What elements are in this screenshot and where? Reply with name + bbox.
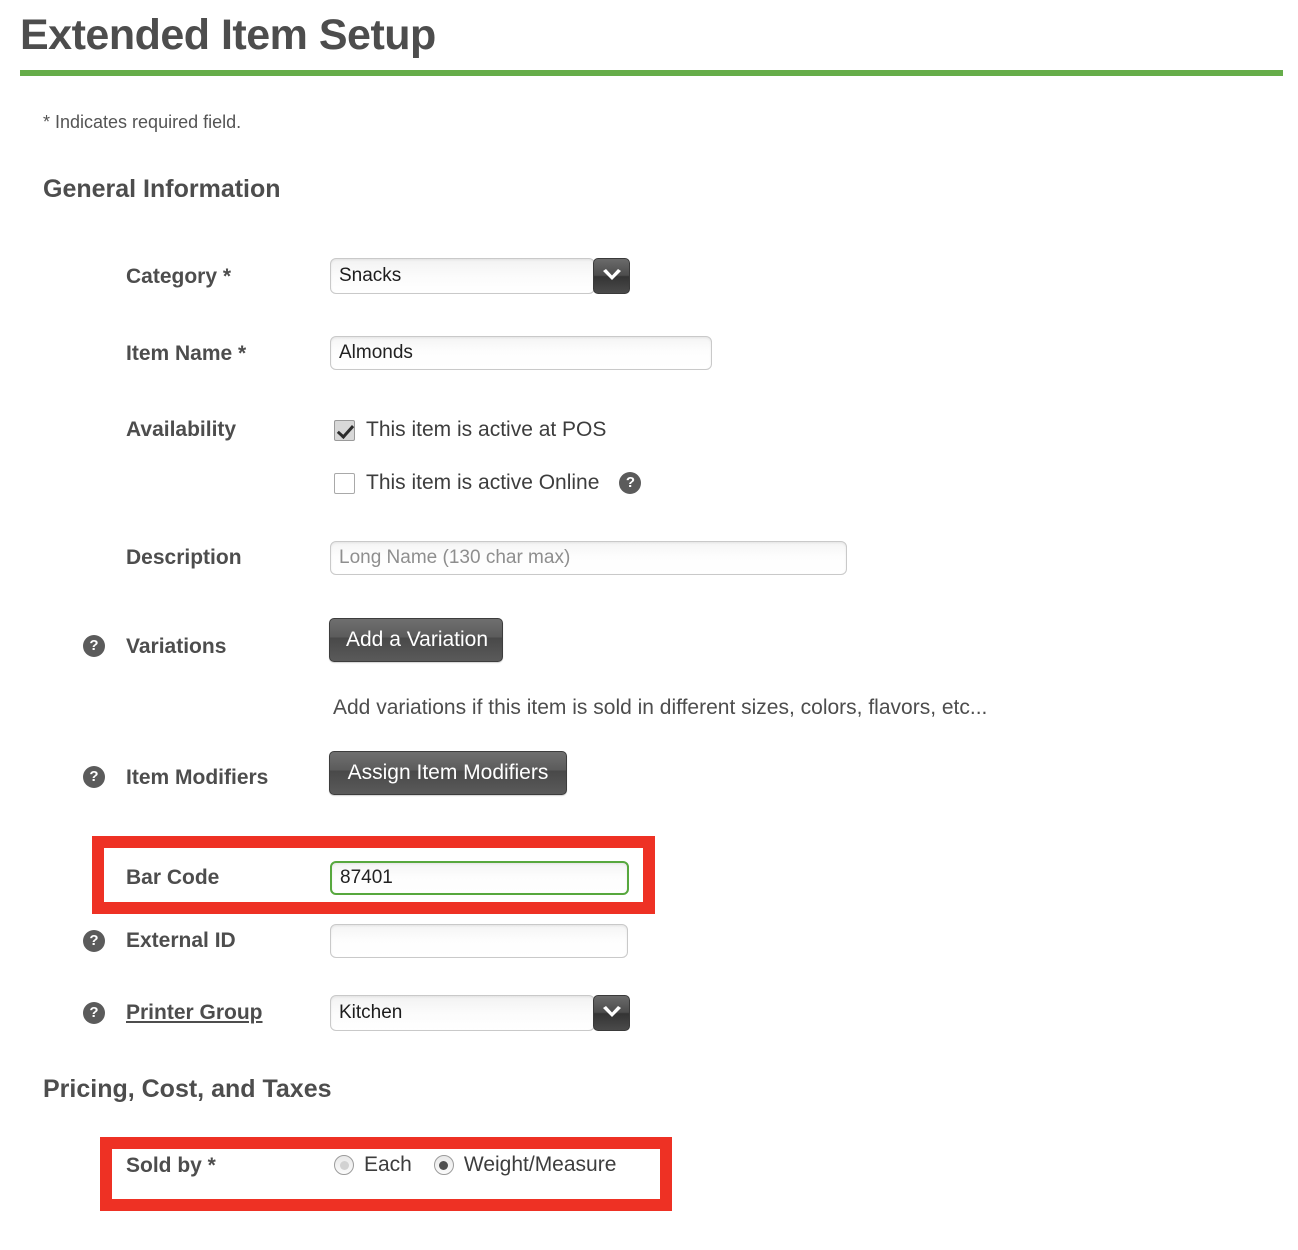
active-at-pos-row[interactable]: This item is active at POS xyxy=(334,418,606,442)
variations-label: Variations xyxy=(126,635,227,658)
item-name-input[interactable]: Almonds xyxy=(330,336,712,370)
title-divider xyxy=(20,70,1283,76)
section-heading-general-information: General Information xyxy=(43,175,281,203)
active-online-label: This item is active Online xyxy=(366,471,600,494)
category-label: Category * xyxy=(126,265,232,288)
sold-by-radio-group[interactable]: Each Weight/Measure xyxy=(334,1153,616,1177)
help-icon[interactable]: ? xyxy=(83,930,105,952)
section-heading-pricing-cost-and-taxes: Pricing, Cost, and Taxes xyxy=(43,1075,332,1103)
help-icon[interactable]: ? xyxy=(619,472,642,494)
printer-group-select-value[interactable]: Kitchen xyxy=(330,995,595,1031)
sold-by-each-radio[interactable] xyxy=(334,1155,354,1175)
page-title: Extended Item Setup xyxy=(20,11,436,59)
item-modifiers-label: Item Modifiers xyxy=(126,766,269,789)
printer-group-select[interactable]: Kitchen xyxy=(330,995,630,1031)
sold-by-label: Sold by * xyxy=(126,1154,216,1177)
sold-by-weight-measure-radio[interactable] xyxy=(433,1155,454,1175)
active-online-row[interactable]: This item is active Online ? xyxy=(334,471,642,495)
help-icon[interactable]: ? xyxy=(83,766,105,788)
help-icon[interactable]: ? xyxy=(83,635,105,657)
description-input[interactable]: Long Name (130 char max) xyxy=(330,541,847,575)
active-at-pos-checkbox[interactable] xyxy=(334,419,355,441)
help-icon[interactable]: ? xyxy=(83,1002,105,1024)
assign-item-modifiers-button[interactable]: Assign Item Modifiers xyxy=(329,751,567,795)
chevron-down-icon[interactable] xyxy=(593,258,630,294)
add-a-variation-button[interactable]: Add a Variation xyxy=(329,618,503,662)
printer-group-label[interactable]: Printer Group xyxy=(126,1001,263,1025)
chevron-down-icon[interactable] xyxy=(593,995,630,1031)
category-select-value[interactable]: Snacks xyxy=(330,258,595,294)
external-id-input[interactable] xyxy=(330,924,628,958)
description-label: Description xyxy=(126,546,242,569)
availability-label: Availability xyxy=(126,418,237,441)
item-name-label: Item Name * xyxy=(126,342,247,365)
bar-code-label: Bar Code xyxy=(126,866,220,889)
external-id-label: External ID xyxy=(126,929,236,952)
sold-by-each-label: Each xyxy=(364,1153,412,1176)
active-online-checkbox[interactable] xyxy=(334,472,355,494)
required-field-note: * Indicates required field. xyxy=(43,112,242,132)
sold-by-weight-measure-label: Weight/Measure xyxy=(463,1153,617,1176)
variations-helper-text: Add variations if this item is sold in d… xyxy=(333,696,988,719)
active-at-pos-label: This item is active at POS xyxy=(366,418,607,441)
sold-by-option-each[interactable]: Each xyxy=(334,1153,412,1177)
category-select[interactable]: Snacks xyxy=(330,258,630,294)
sold-by-option-weight-measure[interactable]: Weight/Measure xyxy=(433,1153,617,1177)
bar-code-input[interactable]: 87401 xyxy=(330,861,629,895)
